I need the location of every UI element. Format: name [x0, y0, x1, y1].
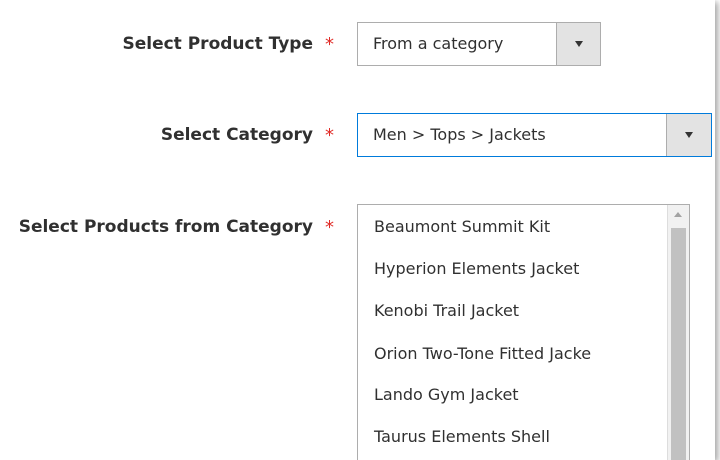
- product-type-value: From a category: [373, 34, 504, 53]
- category-value: Men > Tops > Jackets: [373, 125, 546, 144]
- products-label: Select Products from Category: [18, 217, 313, 237]
- product-type-label: Select Product Type: [122, 34, 313, 54]
- listbox-scrollbar[interactable]: [667, 205, 689, 460]
- chevron-down-icon: [685, 132, 693, 138]
- required-marker: *: [325, 125, 334, 146]
- list-item[interactable]: Orion Two-Tone Fitted Jacke: [374, 344, 591, 363]
- products-listbox[interactable]: Beaumont Summit Kit Hyperion Elements Ja…: [357, 204, 690, 460]
- list-item[interactable]: Kenobi Trail Jacket: [374, 301, 519, 320]
- chevron-down-icon: [575, 41, 583, 47]
- product-type-select[interactable]: From a category: [357, 22, 601, 66]
- list-item[interactable]: Lando Gym Jacket: [374, 385, 519, 404]
- list-item[interactable]: Taurus Elements Shell: [374, 427, 550, 446]
- scroll-up-arrow-icon[interactable]: [674, 212, 682, 217]
- scrollbar-thumb[interactable]: [671, 228, 686, 460]
- required-marker: *: [325, 217, 334, 238]
- required-marker: *: [325, 34, 334, 55]
- list-item[interactable]: Beaumont Summit Kit: [374, 217, 550, 236]
- product-type-dropdown-button[interactable]: [556, 23, 600, 65]
- list-item[interactable]: Hyperion Elements Jacket: [374, 259, 579, 278]
- category-label: Select Category: [160, 125, 313, 145]
- category-select[interactable]: Men > Tops > Jackets: [357, 113, 712, 157]
- category-dropdown-button[interactable]: [666, 114, 711, 156]
- product-selection-form: Select Product Type * From a category Se…: [0, 0, 715, 460]
